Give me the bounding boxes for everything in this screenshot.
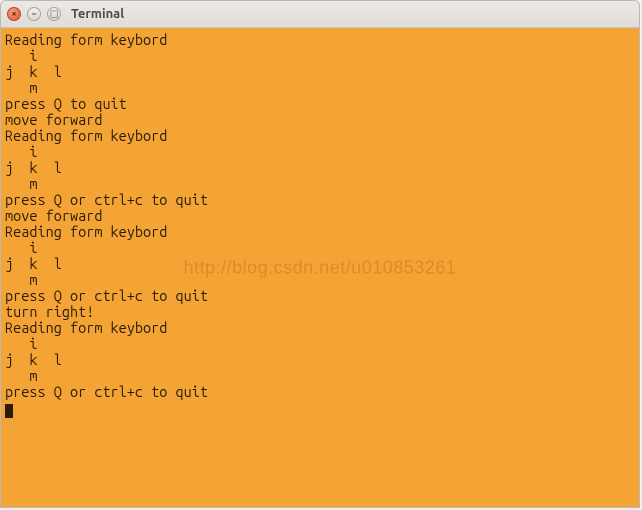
maximize-button[interactable]: □ bbox=[47, 7, 61, 21]
terminal-body[interactable]: http://blog.csdn.net/u010853261 Reading … bbox=[1, 28, 639, 508]
close-icon: × bbox=[11, 9, 16, 18]
titlebar[interactable]: × − □ Terminal bbox=[1, 1, 639, 28]
terminal-output: Reading form keybord i j k l m press Q t… bbox=[5, 32, 635, 416]
minimize-button[interactable]: − bbox=[27, 7, 41, 21]
window-buttons: × − □ bbox=[7, 7, 61, 21]
close-button[interactable]: × bbox=[7, 7, 21, 21]
maximize-icon: □ bbox=[50, 9, 59, 18]
window-title: Terminal bbox=[71, 7, 124, 21]
terminal-window: × − □ Terminal http://blog.csdn.net/u010… bbox=[0, 0, 640, 508]
terminal-cursor bbox=[5, 404, 13, 418]
minimize-icon: − bbox=[31, 9, 36, 18]
